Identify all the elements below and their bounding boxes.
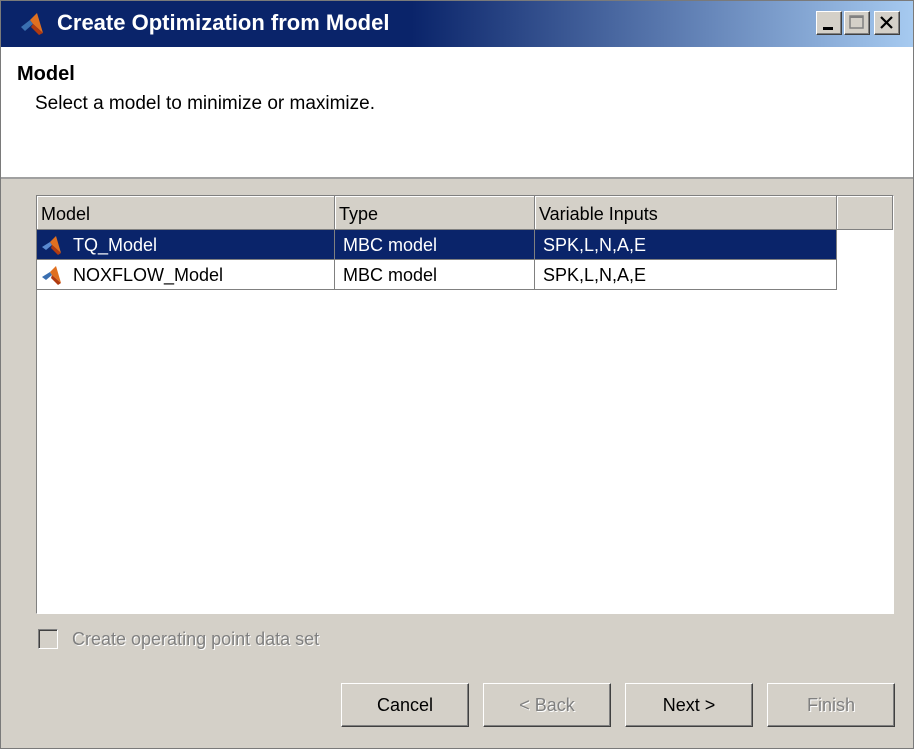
matlab-logo-icon <box>21 13 43 35</box>
column-header-filler <box>837 196 893 230</box>
create-opdata-checkbox[interactable] <box>38 629 58 649</box>
cell-model: NOXFLOW_Model <box>37 260 335 290</box>
back-button[interactable]: < Back <box>483 683 611 727</box>
column-header-type[interactable]: Type <box>335 196 535 230</box>
wizard-header: Model Select a model to minimize or maxi… <box>1 47 913 179</box>
cell-model: TQ_Model <box>37 230 335 260</box>
cell-variable-inputs: SPK,L,N,A,E <box>535 230 837 260</box>
matlab-model-icon <box>42 236 61 255</box>
cell-type: MBC model <box>335 230 535 260</box>
minimize-icon <box>823 27 833 30</box>
column-header-variable-inputs[interactable]: Variable Inputs <box>535 196 837 230</box>
model-table[interactable]: Model Type Variable Inputs TQ_Model MBC … <box>36 195 894 614</box>
next-button[interactable]: Next > <box>625 683 753 727</box>
close-button[interactable] <box>874 11 900 35</box>
dialog-window: Create Optimization from Model Model Sel… <box>0 0 914 749</box>
cell-variable-inputs: SPK,L,N,A,E <box>535 260 837 290</box>
title-bar[interactable]: Create Optimization from Model <box>1 1 913 47</box>
cancel-button[interactable]: Cancel <box>341 683 469 727</box>
matlab-model-icon <box>42 266 61 285</box>
maximize-button[interactable] <box>844 11 870 35</box>
window-title: Create Optimization from Model <box>57 10 390 35</box>
minimize-button[interactable] <box>816 11 842 35</box>
column-header-model[interactable]: Model <box>37 196 335 230</box>
close-icon <box>880 16 893 29</box>
maximize-icon <box>849 15 864 29</box>
cell-type: MBC model <box>335 260 535 290</box>
finish-button[interactable]: Finish <box>767 683 895 727</box>
create-opdata-label: Create operating point data set <box>72 629 320 649</box>
step-description: Select a model to minimize or maximize. <box>35 93 375 114</box>
model-name: TQ_Model <box>73 235 158 255</box>
step-title: Model <box>17 63 75 85</box>
table-header: Model Type Variable Inputs <box>37 196 893 230</box>
model-name: NOXFLOW_Model <box>73 265 224 285</box>
